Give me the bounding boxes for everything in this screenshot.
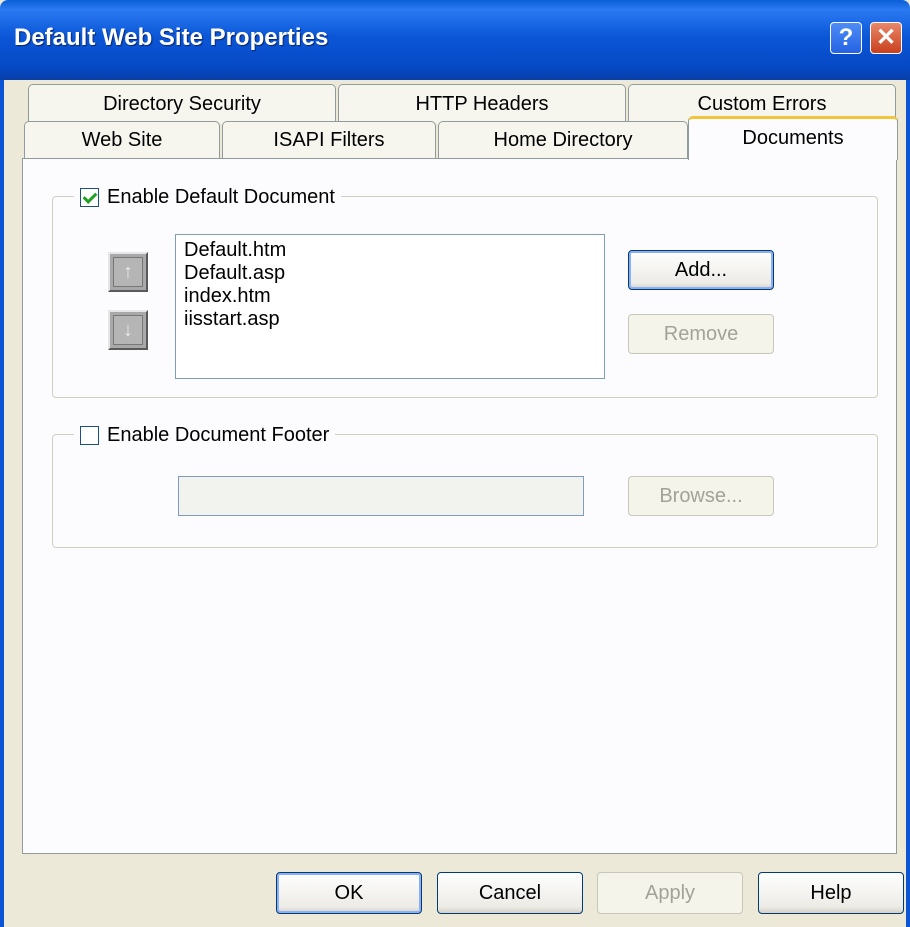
document-footer-checkbox[interactable] <box>80 425 99 445</box>
move-up-button[interactable]: ↑ <box>108 252 148 292</box>
default-document-checkbox[interactable] <box>80 187 99 207</box>
tab-label: Home Directory <box>493 129 633 151</box>
default-document-list[interactable]: Default.htm Default.asp index.htm iissta… <box>175 234 605 379</box>
enable-document-footer[interactable]: Enable Document Footer <box>74 422 336 448</box>
help-button[interactable]: Help <box>758 872 904 914</box>
question-icon: ? <box>838 24 854 51</box>
tab-label: Web Site <box>81 129 163 151</box>
footer-path-input[interactable] <box>178 476 584 516</box>
add-button[interactable]: Add... <box>628 250 774 290</box>
tab-http-headers[interactable]: HTTP Headers <box>338 84 626 124</box>
checkbox-label: Enable Document Footer <box>107 423 330 446</box>
tab-label: HTTP Headers <box>415 93 549 115</box>
browse-button[interactable]: Browse... <box>628 476 774 516</box>
remove-button[interactable]: Remove <box>628 314 774 354</box>
list-item[interactable]: Default.htm <box>176 239 604 262</box>
enable-default-document[interactable]: Enable Default Document <box>74 184 341 210</box>
close-icon: ✕ <box>875 24 897 51</box>
window-border-left <box>0 80 4 927</box>
tab-label: Documents <box>742 127 844 149</box>
list-item[interactable]: iisstart.asp <box>176 308 604 331</box>
window-title: Default Web Site Properties <box>14 24 329 51</box>
arrow-up-icon: ↑ <box>113 257 143 287</box>
title-help-button[interactable]: ? <box>830 22 862 54</box>
tab-directory-security[interactable]: Directory Security <box>28 84 336 124</box>
close-button[interactable]: ✕ <box>870 22 902 54</box>
tab-web-site[interactable]: Web Site <box>24 121 220 159</box>
tab-documents[interactable]: Documents <box>688 116 898 160</box>
tab-label: ISAPI Filters <box>273 129 385 151</box>
tab-home-directory[interactable]: Home Directory <box>438 121 688 159</box>
tab-label: Directory Security <box>103 93 261 115</box>
tab-isapi-filters[interactable]: ISAPI Filters <box>222 121 436 159</box>
arrow-down-icon: ↓ <box>113 315 143 345</box>
list-item[interactable]: Default.asp <box>176 262 604 285</box>
apply-button[interactable]: Apply <box>597 872 743 914</box>
cancel-button[interactable]: Cancel <box>437 872 583 914</box>
window-border-right <box>906 80 910 927</box>
move-down-button[interactable]: ↓ <box>108 310 148 350</box>
list-item[interactable]: index.htm <box>176 285 604 308</box>
ok-button[interactable]: OK <box>276 872 422 914</box>
title-bar[interactable]: Default Web Site Properties ? ✕ <box>0 0 910 80</box>
checkbox-label: Enable Default Document <box>107 185 335 208</box>
